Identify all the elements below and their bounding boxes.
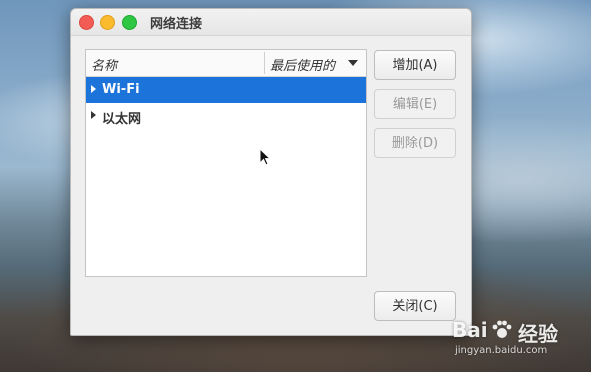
delete-button[interactable]: 删除(D)	[374, 128, 456, 158]
list-item-wifi[interactable]: Wi-Fi	[86, 77, 366, 103]
edit-button[interactable]: 编辑(E)	[374, 89, 456, 119]
sort-down-icon[interactable]	[348, 60, 358, 66]
watermark-brand: Bai	[452, 318, 488, 342]
close-button[interactable]: 关闭(C)	[374, 291, 456, 321]
list-header: 名称 最后使用的	[86, 50, 366, 77]
list-item-label: 以太网	[102, 112, 142, 127]
title-bar[interactable]: 网络连接	[71, 9, 471, 36]
expand-arrow-icon[interactable]	[91, 85, 96, 93]
add-button[interactable]: 增加(A)	[374, 50, 456, 80]
watermark-url: jingyan.baidu.com	[455, 345, 548, 356]
watermark-brand-suffix: 经验	[518, 322, 558, 346]
window-title: 网络连接	[150, 17, 203, 32]
paw-logo-icon	[492, 320, 512, 338]
list-item-label: Wi-Fi	[102, 82, 140, 97]
column-divider	[264, 52, 265, 74]
network-connections-dialog: 网络连接 名称 最后使用的 Wi-Fi 以太网 增加(A) 编辑(E) 删除(D…	[70, 8, 472, 336]
close-window-icon[interactable]	[79, 15, 94, 30]
connections-list[interactable]: 名称 最后使用的 Wi-Fi 以太网	[85, 49, 367, 277]
list-item-ethernet[interactable]: 以太网	[86, 103, 366, 129]
column-header-last-used[interactable]: 最后使用的	[270, 55, 335, 74]
minimize-window-icon[interactable]	[100, 15, 115, 30]
maximize-window-icon[interactable]	[122, 15, 137, 30]
column-header-name[interactable]: 名称	[91, 55, 117, 74]
expand-arrow-icon[interactable]	[91, 111, 96, 119]
